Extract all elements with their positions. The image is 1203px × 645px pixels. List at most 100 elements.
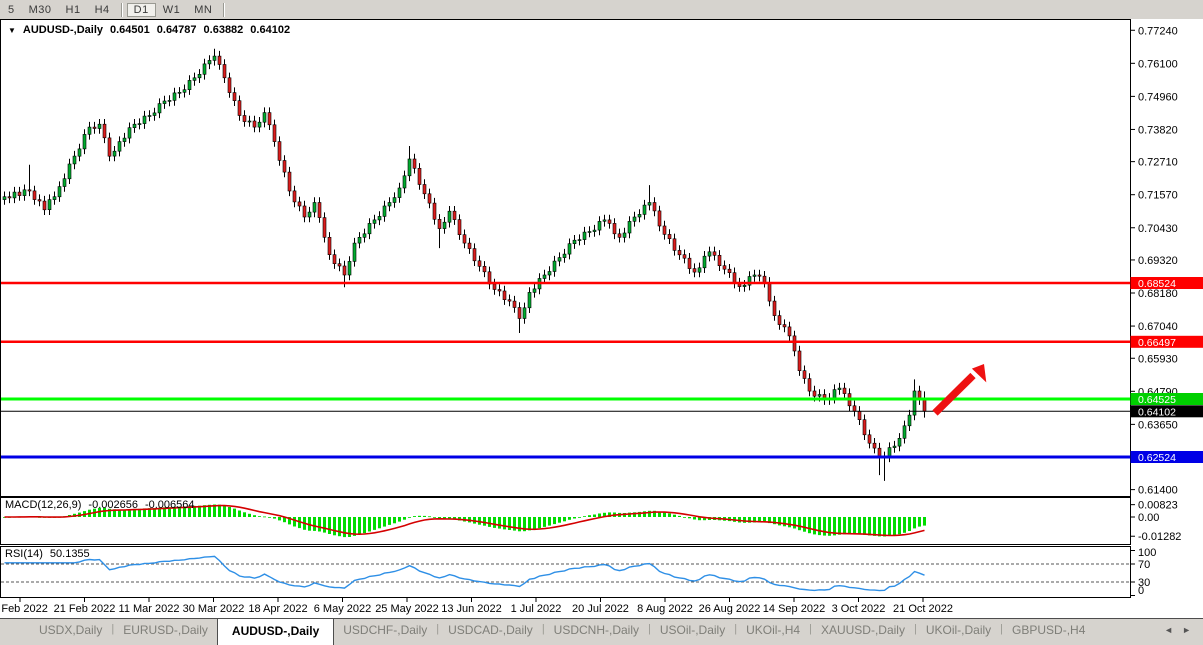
candle-body xyxy=(908,415,911,426)
macd-bar xyxy=(243,512,246,517)
candle-body xyxy=(118,142,121,152)
macd-bar xyxy=(343,517,346,537)
candle-body xyxy=(508,300,511,301)
macd-value: -0.002656 xyxy=(88,499,138,511)
chart-tab-audusd-daily[interactable]: AUDUSD-,Daily xyxy=(217,619,334,645)
candle-body xyxy=(218,56,221,64)
candle-body xyxy=(273,125,276,142)
chart-tab-xauusd-daily[interactable]: XAUUSD-,Daily xyxy=(812,619,914,637)
chart-tab-usoil-daily[interactable]: USOil-,Daily xyxy=(651,619,734,637)
price-tick-label: 0.65930 xyxy=(1138,353,1178,365)
candle-body xyxy=(233,93,236,101)
chart-tab-usdcad-daily[interactable]: USDCAD-,Daily xyxy=(439,619,542,637)
candle-body xyxy=(853,406,856,412)
candle-body xyxy=(563,254,566,258)
macd-bar xyxy=(913,517,916,528)
chart-symbol-label: AUDUSD-,Daily xyxy=(23,24,103,36)
chart-tab-usdx-daily[interactable]: USDX,Daily xyxy=(30,619,111,637)
candle-body xyxy=(208,60,211,64)
macd-bar xyxy=(683,517,686,518)
macd-bar xyxy=(253,515,256,517)
chart-canvas: 0.772400.761000.749600.738200.727100.715… xyxy=(0,0,1203,644)
macd-axis-label: 0.00 xyxy=(1138,512,1159,524)
macd-bar xyxy=(818,517,821,535)
candle-body xyxy=(13,192,16,198)
candle-body xyxy=(178,92,181,93)
candle-body xyxy=(378,216,381,220)
macd-bar xyxy=(263,517,266,518)
macd-bar xyxy=(238,511,241,518)
candle-body xyxy=(283,161,286,173)
candle-body xyxy=(558,258,561,262)
candle-body xyxy=(193,78,196,81)
chart-tab-gbpusd-h4[interactable]: GBPUSD-,H4 xyxy=(1003,619,1094,637)
candle-body xyxy=(318,203,321,218)
macd-bar xyxy=(903,517,906,533)
macd-bar xyxy=(338,517,341,536)
macd-bar xyxy=(248,514,251,517)
candle-body xyxy=(253,121,256,127)
chart-tab-ukoil-h4[interactable]: UKOil-,H4 xyxy=(737,619,809,637)
chart-dropdown-icon[interactable]: ▼ xyxy=(8,26,16,35)
candle-body xyxy=(483,266,486,272)
candle-body xyxy=(408,159,411,176)
price-badge-support-green-text: 0.64525 xyxy=(1138,394,1176,406)
candle-body xyxy=(323,218,326,238)
candle-body xyxy=(783,325,786,327)
price-tick-label: 0.63650 xyxy=(1138,419,1178,431)
candle-body xyxy=(763,276,766,282)
candle-body xyxy=(293,191,296,202)
chart-tab-eurusd-daily[interactable]: EURUSD-,Daily xyxy=(114,619,217,637)
symbol-tabs: USDX,Daily|EURUSD-,DailyAUDUSD-,DailyUSD… xyxy=(0,619,1164,645)
macd-bar xyxy=(278,517,281,520)
time-axis-label: 21 Feb 2022 xyxy=(54,603,116,615)
candle-body xyxy=(818,395,821,397)
macd-bar xyxy=(558,517,561,523)
candle-body xyxy=(593,230,596,232)
macd-bar xyxy=(803,517,806,532)
macd-bar xyxy=(878,517,881,536)
macd-bar xyxy=(868,517,871,535)
time-axis-label: 18 Apr 2022 xyxy=(248,603,307,615)
candle-body xyxy=(568,244,571,254)
macd-bar xyxy=(218,505,221,517)
tabs-scroll-right-icon[interactable]: ► xyxy=(1182,625,1191,635)
macd-bar xyxy=(678,516,681,517)
candle-body xyxy=(368,223,371,233)
candle-body xyxy=(243,116,246,122)
candle-body xyxy=(443,222,446,228)
price-tick-label: 0.71570 xyxy=(1138,190,1178,202)
candle-body xyxy=(198,74,201,78)
candle-body xyxy=(733,273,736,283)
macd-bar xyxy=(378,517,381,528)
candle-body xyxy=(68,164,71,179)
candle-body xyxy=(613,223,616,233)
macd-bar xyxy=(258,516,261,517)
chart-tab-usdcnh-daily[interactable]: USDCNH-,Daily xyxy=(545,619,648,637)
candle-body xyxy=(923,400,926,412)
candle-body xyxy=(388,203,391,207)
tabs-scroll-left-icon[interactable]: ◄ xyxy=(1164,625,1173,635)
candle-body xyxy=(313,203,316,213)
macd-bar xyxy=(893,517,896,535)
candle-body xyxy=(653,203,656,211)
candle-body xyxy=(863,420,866,435)
candle-body xyxy=(303,206,306,217)
candle-body xyxy=(518,308,521,319)
candle-body xyxy=(623,233,626,237)
candle-body xyxy=(333,255,336,264)
chart-tab-usdchf-daily[interactable]: USDCHF-,Daily xyxy=(334,619,436,637)
time-axis-label: 14 Sep 2022 xyxy=(763,603,825,615)
macd-bar xyxy=(368,517,371,532)
candle-body xyxy=(168,100,171,101)
candle-body xyxy=(78,149,81,156)
price-tick-label: 0.76100 xyxy=(1138,58,1178,70)
candle-body xyxy=(553,261,556,271)
chart-tab-ukoil-daily[interactable]: UKOil-,Daily xyxy=(917,619,1000,637)
candle-body xyxy=(463,235,466,243)
macd-bar xyxy=(568,517,571,520)
candle-body xyxy=(298,202,301,206)
macd-bar xyxy=(358,517,361,535)
macd-bar xyxy=(898,517,901,534)
macd-bar xyxy=(273,517,276,519)
